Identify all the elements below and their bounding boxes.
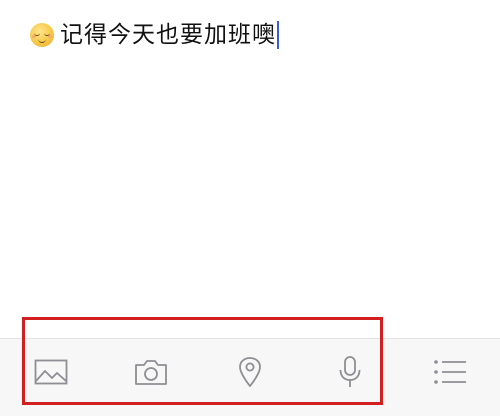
- text-caret: [277, 21, 279, 49]
- relieved-face-emoji-icon: [30, 23, 54, 47]
- image-icon: [34, 359, 68, 385]
- note-text[interactable]: 记得今天也要加班噢: [60, 18, 276, 52]
- voice-input-button[interactable]: [330, 352, 370, 392]
- list-button[interactable]: [430, 352, 470, 392]
- note-line[interactable]: 记得今天也要加班噢: [30, 18, 279, 52]
- note-editor-area[interactable]: 记得今天也要加班噢: [0, 0, 500, 340]
- insert-image-button[interactable]: [31, 352, 71, 392]
- location-pin-icon: [239, 357, 261, 387]
- camera-button[interactable]: [131, 352, 171, 392]
- note-editor-screen: 记得今天也要加班噢: [0, 0, 500, 416]
- list-icon: [434, 360, 466, 384]
- location-button[interactable]: [230, 352, 270, 392]
- microphone-icon: [339, 356, 361, 387]
- camera-icon: [135, 360, 167, 385]
